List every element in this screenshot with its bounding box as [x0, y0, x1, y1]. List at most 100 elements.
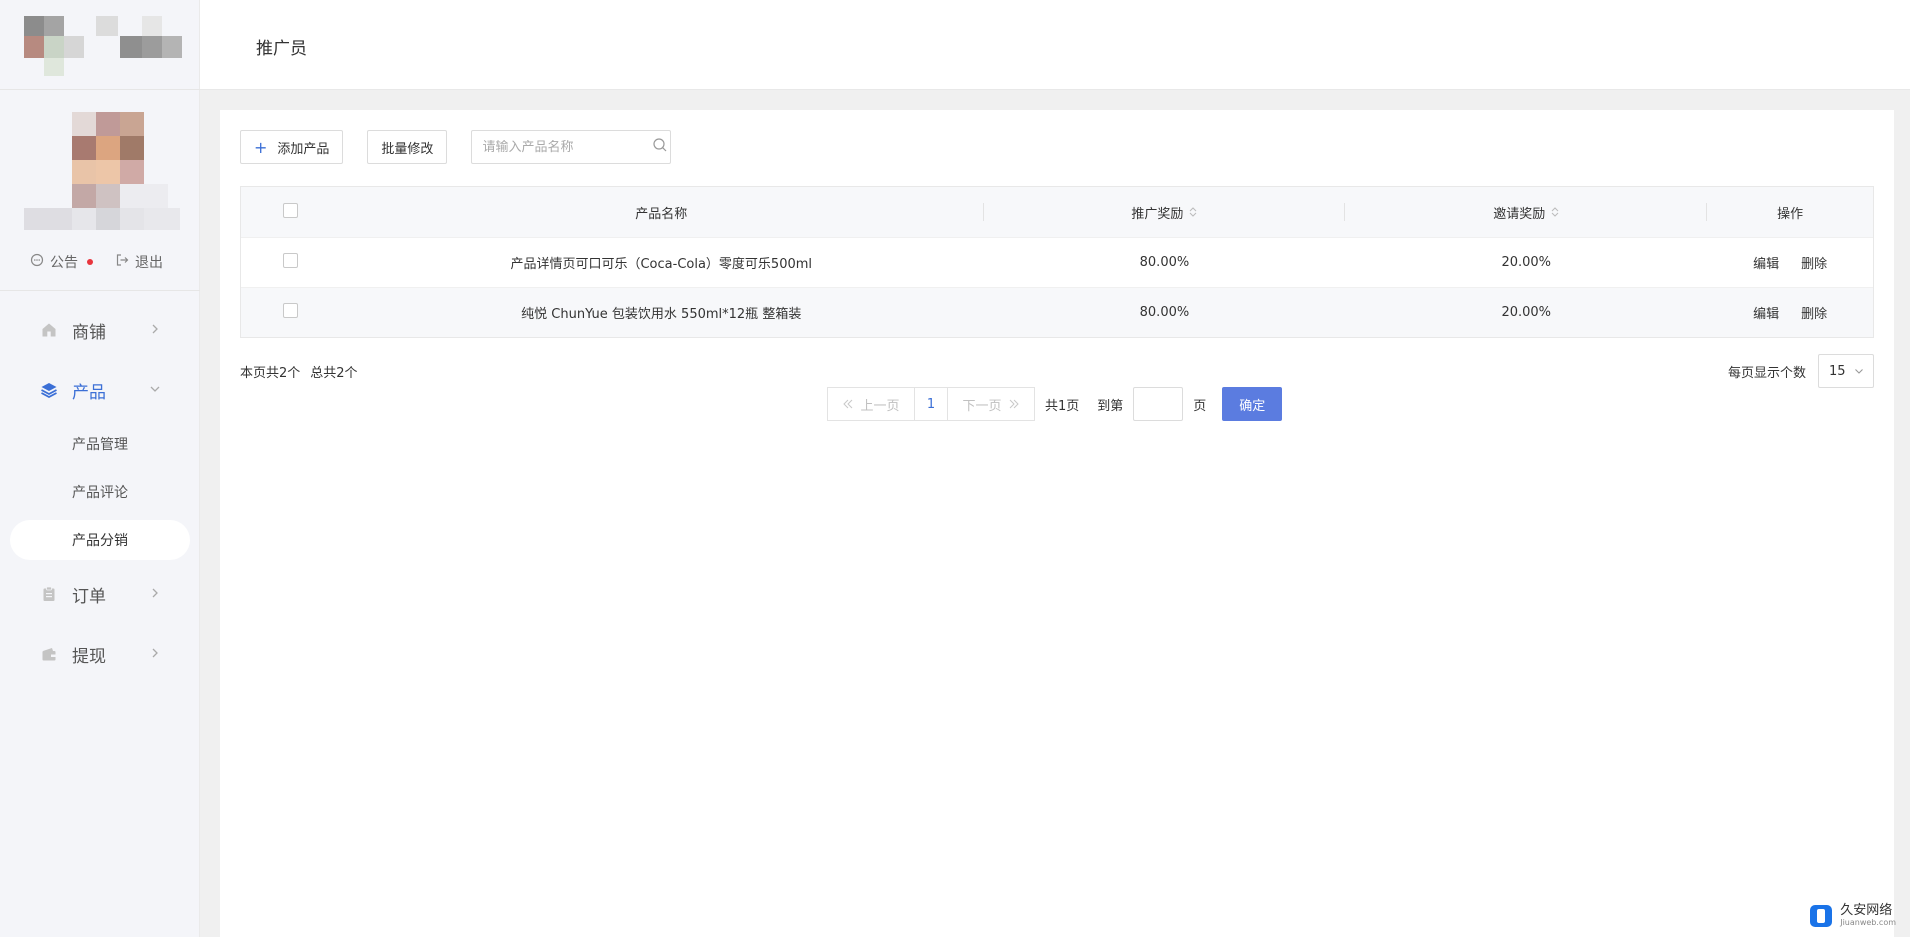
batch-edit-button[interactable]: 批量修改 — [367, 130, 448, 164]
plus-icon: + — [254, 137, 268, 157]
nav-label: 产品 — [72, 382, 106, 403]
page-title: 推广员 — [256, 39, 307, 59]
sub-item-label: 产品管理 — [72, 437, 128, 453]
logout-label: 退出 — [135, 255, 163, 271]
wallet-icon — [40, 645, 58, 663]
row-select-cell — [241, 288, 339, 337]
goto-label: 到第 — [1097, 398, 1124, 414]
promo-reward: 80.00% — [1139, 255, 1190, 270]
layers-icon — [40, 381, 58, 399]
sort-icon[interactable] — [1189, 206, 1197, 218]
toolbar: + 添加产品 批量修改 — [240, 130, 672, 164]
add-product-label: 添加产品 — [277, 141, 330, 157]
col-header-label: 邀请奖励 — [1493, 206, 1546, 222]
watermark-logo-icon — [1810, 905, 1833, 927]
nav-label: 提现 — [72, 646, 106, 667]
select-all-checkbox[interactable] — [282, 202, 298, 218]
edit-link[interactable]: 编辑 — [1753, 303, 1779, 322]
home-icon — [40, 321, 58, 339]
col-header-promo[interactable]: 推广奖励 — [984, 187, 1346, 237]
edit-link[interactable]: 编辑 — [1753, 253, 1779, 272]
clipboard-icon — [40, 585, 58, 603]
logo — [24, 16, 184, 76]
row-actions: 编辑 删除 — [1707, 238, 1873, 287]
nav-item-product[interactable]: 产品 — [0, 360, 200, 420]
watermark-text: 久安网络 — [1840, 903, 1893, 919]
per-page-value: 15 — [1829, 363, 1846, 379]
row-select-cell — [241, 238, 339, 287]
sub-item-label: 产品评论 — [72, 485, 128, 501]
promo-reward: 80.00% — [1139, 305, 1190, 320]
table-header: 产品名称 推广奖励 邀请奖励 操作 — [241, 187, 1873, 237]
per-page-label: 每页显示个数 — [1727, 365, 1806, 381]
delete-link[interactable]: 删除 — [1801, 303, 1827, 322]
nav-item-order[interactable]: 订单 — [0, 564, 200, 624]
nav-label: 商铺 — [72, 322, 106, 343]
delete-link[interactable]: 删除 — [1801, 253, 1827, 272]
col-header-ops: 操作 — [1777, 206, 1804, 222]
prev-page-button[interactable]: 上一页 — [827, 387, 915, 421]
nav-label: 订单 — [72, 586, 106, 607]
chevron-right-icon — [152, 324, 158, 334]
sub-item-product-review[interactable]: 产品评论 — [0, 468, 200, 516]
table-row: 产品详情页可口可乐（Coca-Cola）零度可乐500ml 80.00% 20.… — [241, 237, 1873, 287]
pagination: 上一页 1 下一页 共1页 到第 页 确定 — [827, 387, 1283, 421]
batch-edit-label: 批量修改 — [381, 141, 434, 157]
watermark: 久安网络 Jiuanweb.com — [1808, 903, 1896, 929]
logout-link[interactable]: 退出 — [115, 252, 163, 272]
table-row: 纯悦 ChunYue 包装饮用水 550ml*12瓶 整箱装 80.00% 20… — [241, 287, 1873, 337]
double-chevron-right-icon — [1009, 399, 1019, 409]
main-panel: + 添加产品 批量修改 产品名称 推广奖励 邀请奖励 — [220, 110, 1894, 937]
col-header-label: 推广奖励 — [1131, 206, 1184, 222]
page-header: 推广员 — [200, 0, 1910, 90]
table-summary: 本页共2个 总共2个 — [240, 362, 358, 381]
select-all-cell — [241, 187, 339, 237]
announcement-label: 公告 — [50, 255, 78, 271]
chevron-right-icon — [152, 648, 158, 658]
row-actions: 编辑 删除 — [1707, 288, 1873, 337]
quick-links: 公告 退出 — [30, 252, 163, 272]
chat-icon — [30, 253, 44, 271]
double-chevron-left-icon — [843, 399, 853, 409]
invite-reward: 20.00% — [1501, 255, 1552, 270]
total-pages: 共1页 — [1045, 398, 1080, 414]
main-nav: 商铺 产品 产品管理 产品评论 产品分销 订单 提现 — [0, 300, 200, 684]
col-header-invite[interactable]: 邀请奖励 — [1345, 187, 1707, 237]
total-count: 总共2个 — [310, 366, 358, 381]
product-table: 产品名称 推广奖励 邀请奖励 操作 产品详情页可口可乐（Coca-Cola）零度… — [240, 186, 1874, 338]
page-count: 本页共2个 — [240, 366, 301, 381]
invite-reward: 20.00% — [1501, 305, 1552, 320]
goto-page-input[interactable] — [1133, 387, 1184, 421]
sub-item-product-manage[interactable]: 产品管理 — [0, 420, 200, 468]
sub-item-product-distribution[interactable]: 产品分销 — [10, 520, 190, 560]
notification-dot — [87, 259, 93, 265]
sort-icon[interactable] — [1551, 206, 1559, 218]
sub-item-label: 产品分销 — [72, 533, 128, 549]
add-product-button[interactable]: + 添加产品 — [240, 130, 344, 164]
sidebar: 公告 退出 商铺 产品 产品管理 产品评论 产品分销 订单 提现 — [0, 0, 200, 937]
prev-page-label: 上一页 — [860, 398, 900, 414]
chevron-down-icon — [1855, 369, 1863, 374]
row-checkbox[interactable] — [282, 303, 298, 318]
product-name: 纯悦 ChunYue 包装饮用水 550ml*12瓶 整箱装 — [521, 307, 802, 322]
next-page-label: 下一页 — [962, 398, 1002, 414]
per-page-control: 每页显示个数 15 — [1728, 354, 1874, 388]
col-header-name: 产品名称 — [339, 187, 984, 237]
page-number-current[interactable]: 1 — [915, 387, 947, 421]
search-input[interactable] — [482, 139, 653, 155]
chevron-down-icon — [150, 386, 160, 392]
announcement-link[interactable]: 公告 — [30, 252, 93, 272]
chevron-right-icon — [152, 588, 158, 598]
search-icon[interactable] — [652, 137, 668, 157]
per-page-select[interactable]: 15 — [1818, 354, 1874, 388]
product-name: 产品详情页可口可乐（Coca-Cola）零度可乐500ml — [510, 257, 813, 272]
nav-item-withdraw[interactable]: 提现 — [0, 624, 200, 684]
search-box — [471, 130, 672, 164]
goto-confirm-button[interactable]: 确定 — [1222, 387, 1283, 421]
avatar — [24, 112, 180, 230]
nav-item-shop[interactable]: 商铺 — [0, 300, 200, 360]
page-unit-label: 页 — [1193, 398, 1207, 414]
row-checkbox[interactable] — [282, 253, 298, 268]
next-page-button[interactable]: 下一页 — [947, 387, 1035, 421]
logout-icon — [115, 253, 129, 271]
